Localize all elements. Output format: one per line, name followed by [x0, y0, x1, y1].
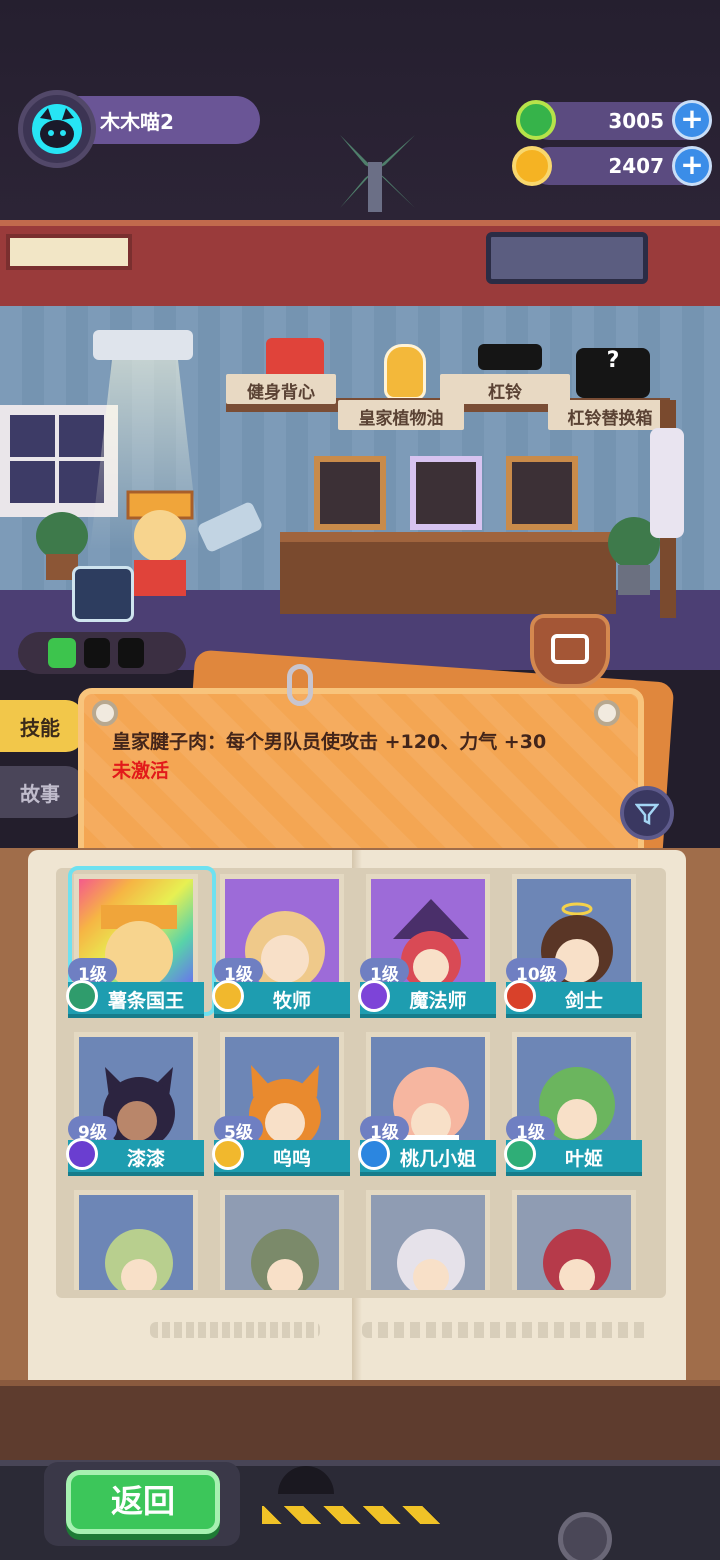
- skill-status: 未激活: [112, 760, 170, 782]
- ghost-panel: [486, 232, 648, 284]
- hero-card[interactable]: 1级 魔法师: [358, 874, 496, 1024]
- warrior-role-icon: [504, 980, 536, 1012]
- filter-icon: [634, 803, 660, 826]
- hero-card[interactable]: 1级 牧师: [212, 874, 350, 1024]
- tank-top-icon[interactable]: [266, 338, 324, 378]
- trophy-frame-2[interactable]: [410, 456, 482, 530]
- add-planet-button[interactable]: +: [672, 146, 712, 186]
- player-avatar[interactable]: [18, 90, 96, 168]
- rivet: [594, 700, 620, 726]
- hero-card[interactable]: 10级 剑士: [504, 874, 642, 1024]
- shelf-label-vest: 健身背心: [226, 374, 336, 404]
- cards-icon: [551, 634, 589, 664]
- trophy-frame-3[interactable]: [506, 456, 578, 530]
- shield-role-icon: [66, 980, 98, 1012]
- oil-bottle-icon[interactable]: [384, 344, 426, 400]
- trophy-frame-1[interactable]: [314, 456, 386, 530]
- support-role-icon: [212, 980, 244, 1012]
- mystery-box-icon[interactable]: ?: [576, 348, 650, 398]
- planet-icon: [512, 146, 552, 186]
- empty-battery-icon: [118, 638, 144, 668]
- energy-bar: [18, 632, 186, 674]
- hanging-scarf: [650, 428, 684, 538]
- hero-card[interactable]: 1级 薯条国王: [66, 866, 216, 1024]
- hero-card[interactable]: 1级 叶姬: [504, 1032, 642, 1182]
- add-donut-button[interactable]: +: [672, 100, 712, 140]
- heal-role-icon: [504, 1138, 536, 1170]
- player-name: 木木喵2: [70, 96, 260, 144]
- empty-battery-icon: [84, 638, 110, 668]
- shelf-label-barbell-box: 杠铃替换箱: [548, 400, 672, 430]
- mage-role-icon: [358, 980, 390, 1012]
- filter-button[interactable]: [620, 786, 674, 840]
- support-role-icon: [212, 1138, 244, 1170]
- fries-king-sprite[interactable]: [110, 490, 210, 600]
- fan-icon: [340, 135, 415, 212]
- shelf-label-oil: 皇家植物油: [338, 400, 464, 430]
- tab-skill[interactable]: 技能: [0, 700, 84, 752]
- ceiling-lamp: [93, 330, 193, 360]
- hero-card[interactable]: [68, 1190, 204, 1290]
- hero-card[interactable]: [506, 1190, 642, 1290]
- hero-card[interactable]: [214, 1190, 350, 1290]
- paper-clip-icon: [287, 664, 313, 706]
- skill-description: 皇家腱子肉：每个男队员使攻击 +120、力气 +30: [112, 731, 547, 753]
- hero-card[interactable]: 9级 漆漆: [66, 1032, 204, 1182]
- donut-icon: [516, 100, 556, 140]
- faded-page-text: [150, 1322, 320, 1338]
- assassin-role-icon: [66, 1138, 98, 1170]
- hero-card[interactable]: 5级 呜呜: [212, 1032, 350, 1182]
- back-button[interactable]: 返回: [66, 1470, 220, 1534]
- faded-page-text: [362, 1322, 650, 1338]
- desk: [280, 532, 616, 614]
- round-dial: [558, 1512, 612, 1560]
- dumbbell-icon[interactable]: [478, 344, 542, 370]
- tab-story[interactable]: 故事: [0, 766, 84, 818]
- vent-panel: [6, 234, 132, 270]
- book-bottom-edge: [0, 1380, 720, 1460]
- ranger-role-icon: [358, 1138, 390, 1170]
- hero-card[interactable]: 1级 桃几小姐: [358, 1032, 496, 1182]
- cat-avatar-icon: [32, 104, 82, 154]
- hazard-stripe: [262, 1506, 442, 1524]
- energy-bolt-icon: [48, 638, 76, 668]
- rivet: [92, 700, 118, 726]
- hero-card[interactable]: [360, 1190, 496, 1290]
- gallery-button[interactable]: [530, 614, 610, 688]
